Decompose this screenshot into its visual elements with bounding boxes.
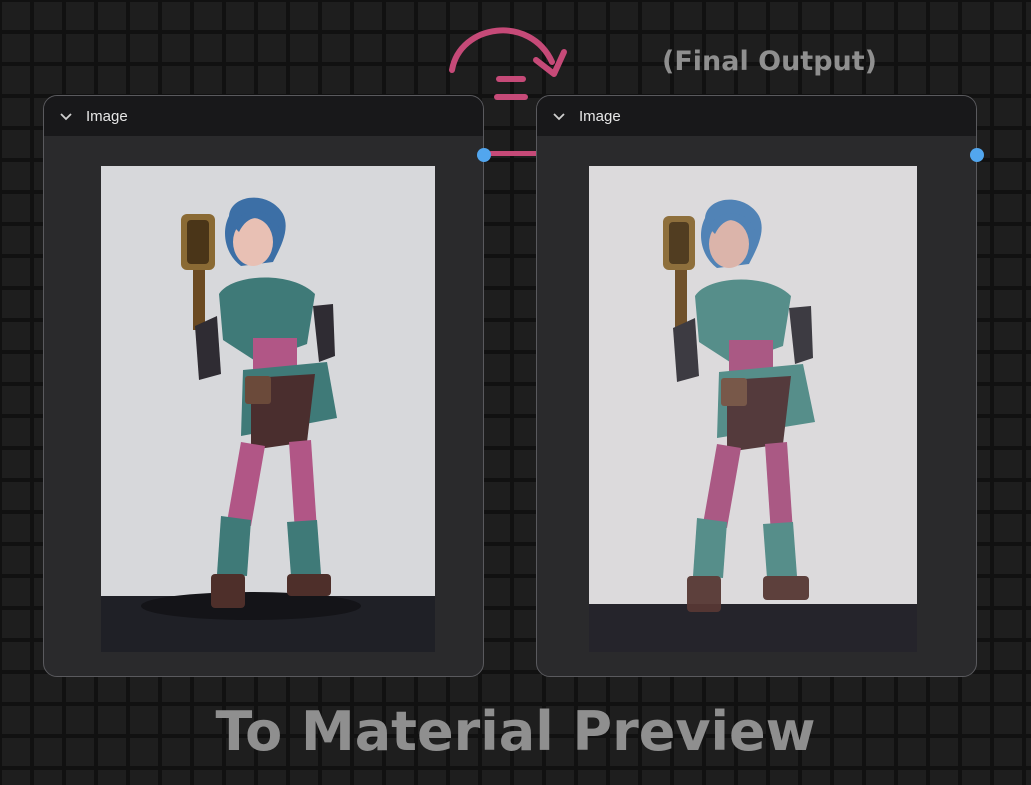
chevron-down-icon[interactable] [58, 107, 76, 125]
image-node-right[interactable]: Image [536, 95, 984, 677]
output-port[interactable] [970, 148, 984, 162]
image-preview [589, 166, 917, 652]
node-header[interactable]: Image [537, 96, 976, 136]
image-preview [101, 166, 435, 652]
final-output-label: (Final Output) [662, 46, 878, 77]
chevron-down-icon[interactable] [551, 107, 569, 125]
node-title: Image [579, 107, 621, 125]
footer-caption: To Material Preview [215, 700, 816, 763]
image-node-left[interactable]: Image [43, 95, 491, 677]
node-connector[interactable] [489, 151, 538, 156]
node-title: Image [86, 107, 128, 125]
output-port[interactable] [477, 148, 491, 162]
node-header[interactable]: Image [44, 96, 483, 136]
equals-icon [494, 76, 528, 100]
